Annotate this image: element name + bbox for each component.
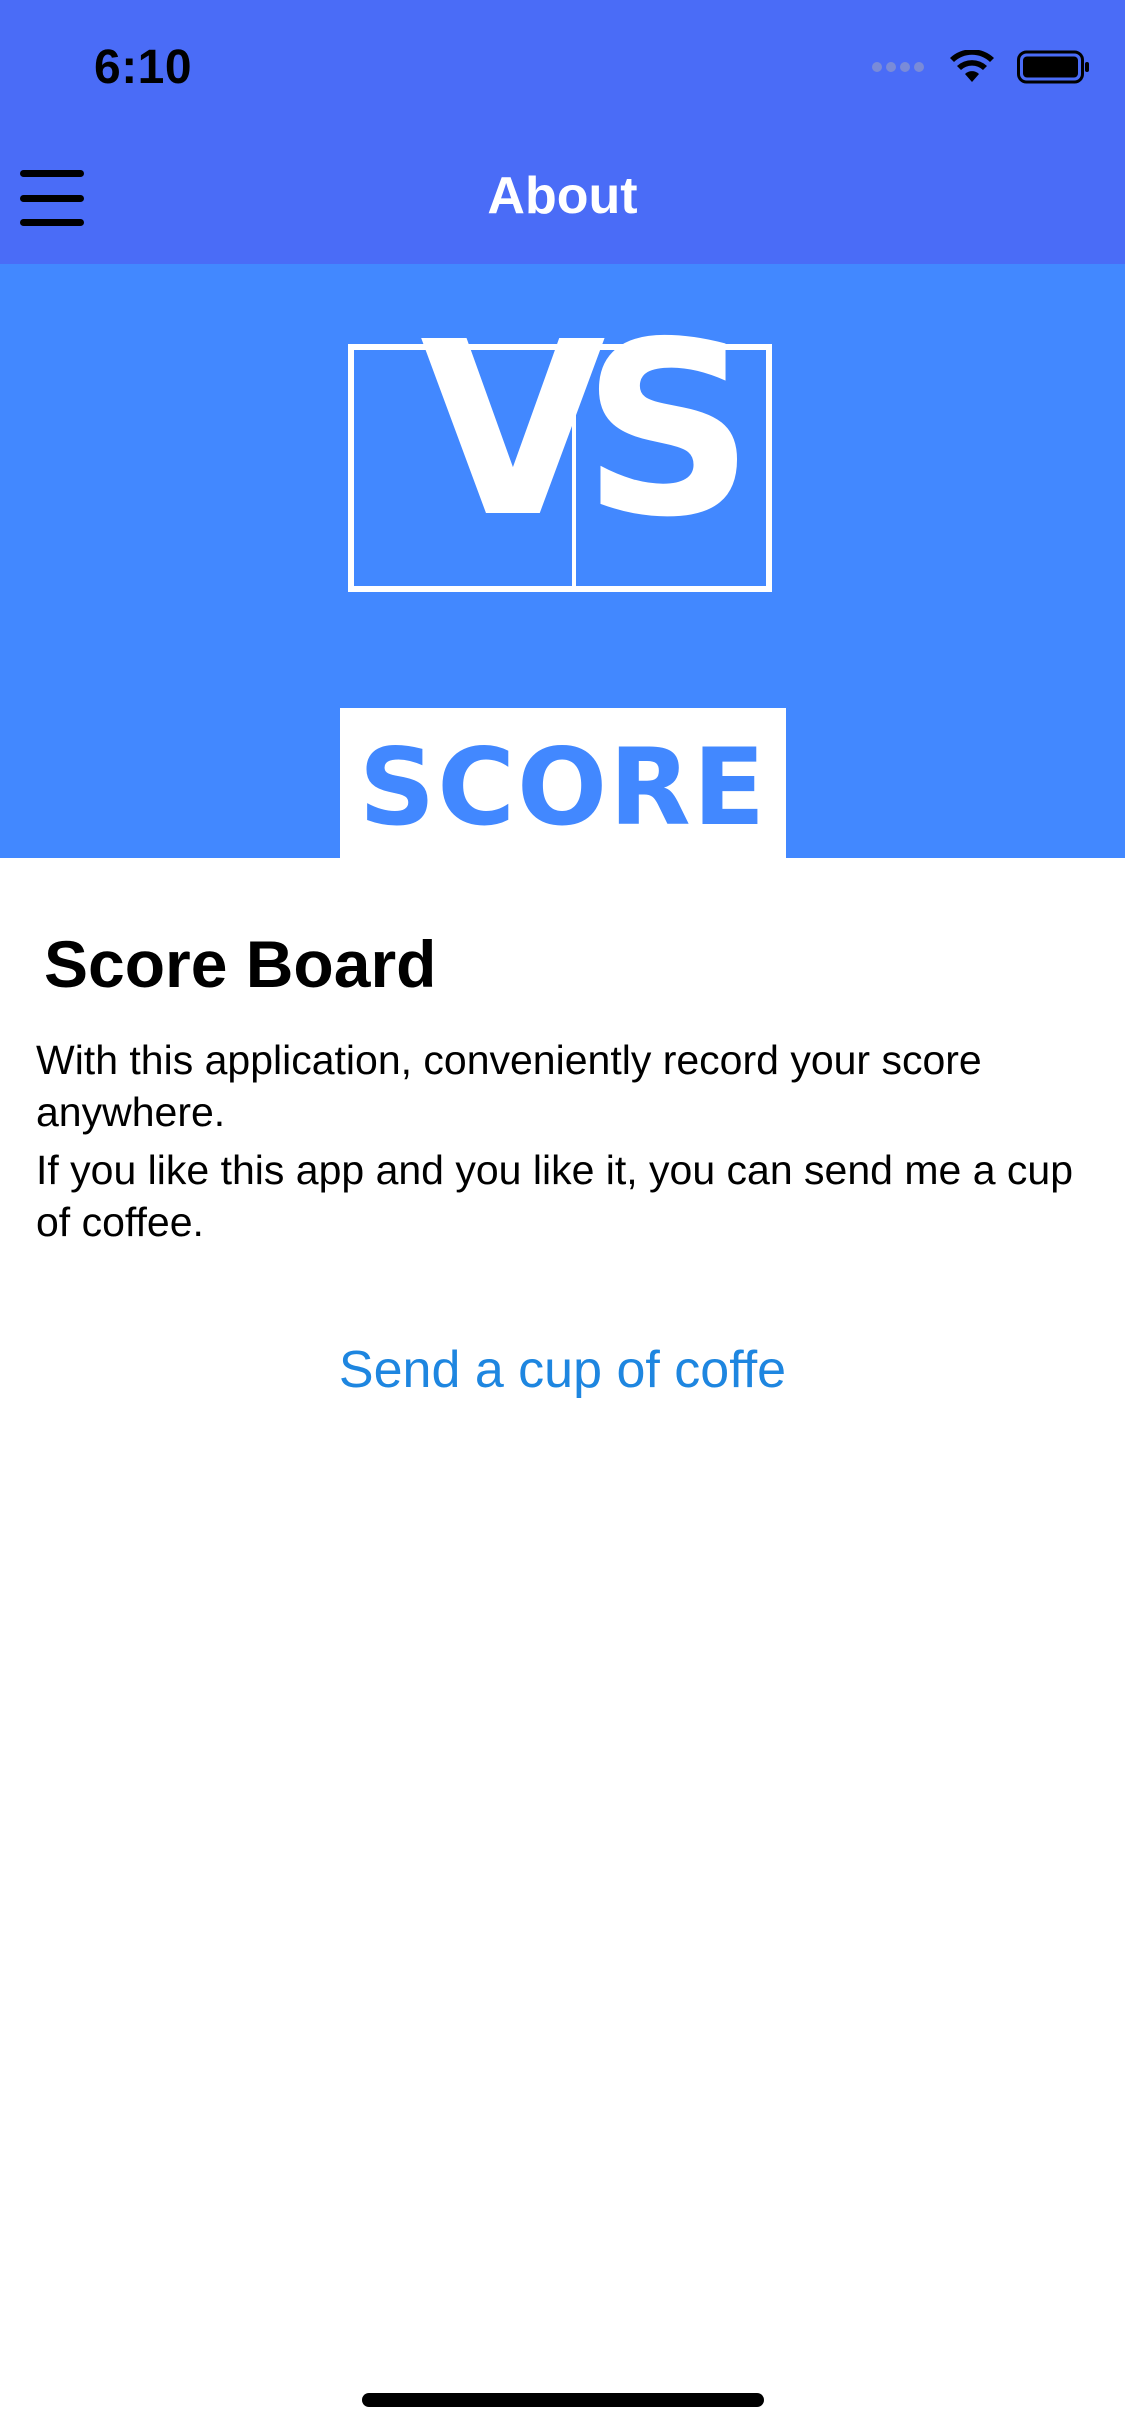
logo-score-box: SCORE: [340, 708, 786, 866]
logo-score-text: SCORE: [358, 725, 768, 849]
send-coffee-link[interactable]: Send a cup of coffe: [0, 1340, 1125, 1400]
status-indicators: [871, 50, 1091, 84]
app-logo: VS SCORE: [340, 310, 786, 866]
app-header: 6:10 About: [0, 0, 1125, 264]
status-time: 6:10: [94, 41, 193, 94]
about-coffee-note: If you like this app and you like it, yo…: [36, 1147, 1073, 1245]
about-heading: Score Board: [44, 927, 437, 1001]
wifi-icon: [950, 50, 994, 82]
logo-vs-text: VS: [420, 290, 755, 570]
battery-icon: [1017, 50, 1089, 84]
home-indicator: [362, 2393, 764, 2407]
cellular-signal-icon: [872, 62, 924, 72]
page-title: About: [487, 167, 638, 225]
hero-banner: VS SCORE: [0, 264, 1125, 866]
about-description: With this application, conveniently reco…: [36, 1037, 982, 1135]
